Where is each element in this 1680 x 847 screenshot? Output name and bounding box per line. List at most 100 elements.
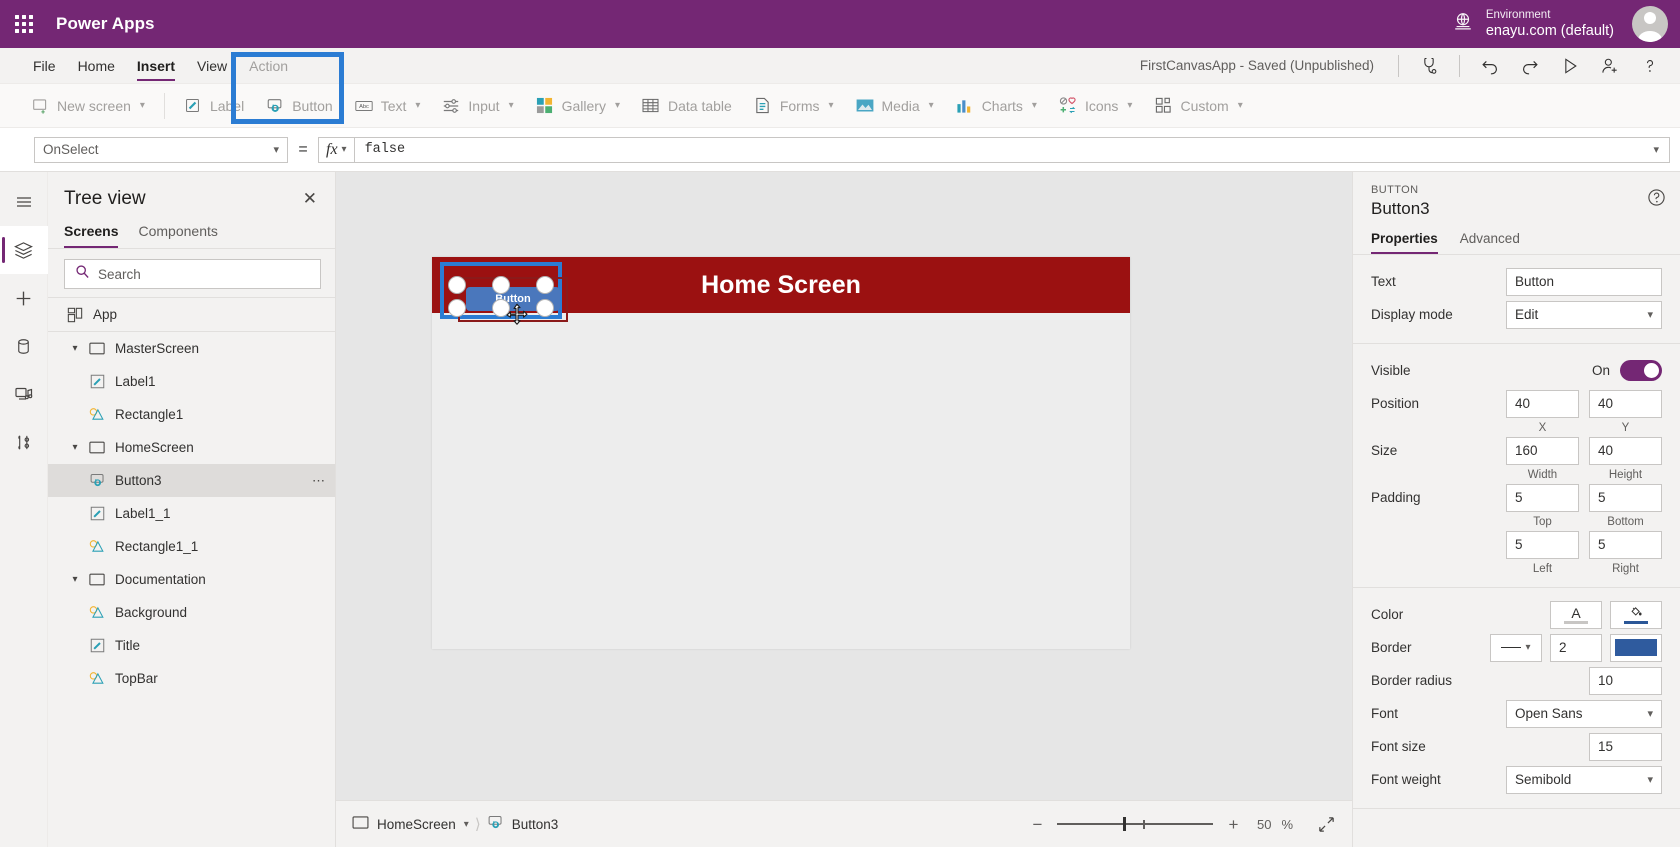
media-icon[interactable] (0, 370, 48, 418)
tab-components[interactable]: Components (138, 219, 217, 248)
tree-node-rectangle1-1[interactable]: Rectangle1_1 (48, 530, 335, 563)
tree-node-label1[interactable]: Label1 (48, 365, 335, 398)
tree-node-masterscreen[interactable]: ▾ MasterScreen (48, 332, 335, 365)
redo-icon[interactable] (1510, 50, 1550, 82)
padding-right-field[interactable]: 5 (1589, 530, 1662, 559)
resize-handle-top-right[interactable] (536, 276, 554, 294)
text-field[interactable]: Button (1506, 267, 1662, 296)
advanced-tools-icon[interactable] (0, 418, 48, 466)
ribbon-label-control[interactable]: Label (173, 88, 255, 124)
tree-node-button3[interactable]: Button3 ⋯ (48, 464, 335, 497)
undo-icon[interactable] (1470, 50, 1510, 82)
text-color-button[interactable]: A (1550, 600, 1602, 629)
app-checker-icon[interactable] (1409, 50, 1449, 82)
padding-left-field[interactable]: 5 (1506, 530, 1579, 559)
menu-item-action[interactable]: Action (238, 48, 299, 83)
font-weight-select[interactable]: Semibold ▾ (1506, 765, 1662, 794)
fx-toggle[interactable]: fx ▾ (318, 136, 354, 163)
zoom-slider[interactable] (1057, 816, 1214, 832)
breadcrumb-screen[interactable]: HomeScreen ▾ (352, 816, 469, 832)
position-y-field[interactable]: 40 (1589, 389, 1662, 418)
chevron-down-icon[interactable]: ▾ (64, 574, 86, 585)
menu-item-home[interactable]: Home (67, 48, 126, 83)
padding-top-field[interactable]: 5 (1506, 483, 1579, 512)
size-width-field[interactable]: 160 (1506, 436, 1579, 465)
breadcrumb-control[interactable]: Button3 (487, 814, 558, 834)
tree-node-homescreen[interactable]: ▾ HomeScreen (48, 431, 335, 464)
avatar[interactable] (1632, 6, 1668, 42)
close-icon[interactable]: ✕ (299, 186, 321, 211)
environment-picker[interactable]: Environment enayu.com (default) (1452, 8, 1614, 41)
ribbon-new-screen[interactable]: New screen ▾ (20, 88, 156, 124)
help-icon[interactable] (1630, 50, 1670, 82)
ribbon-label: Data table (667, 97, 732, 114)
ribbon-button-control[interactable]: Button (255, 88, 343, 124)
insert-icon[interactable] (0, 274, 48, 322)
fill-color-button[interactable] (1610, 600, 1662, 629)
tree-view-icon[interactable] (0, 226, 48, 274)
waffle-icon[interactable] (0, 0, 48, 48)
plus-icon[interactable]: + (1223, 816, 1243, 833)
ribbon-media[interactable]: Media ▾ (845, 88, 945, 124)
ribbon-gallery[interactable]: Gallery ▾ (525, 88, 631, 124)
font-select[interactable]: Open Sans ▾ (1506, 699, 1662, 728)
tab-advanced[interactable]: Advanced (1460, 231, 1520, 254)
ribbon-data-table[interactable]: Data table (631, 88, 743, 124)
formula-input[interactable]: false ▾ (353, 136, 1670, 163)
chevron-down-icon[interactable]: ▾ (64, 442, 86, 453)
font-size-field[interactable]: 15 (1589, 732, 1662, 761)
resize-handle-top-center[interactable] (492, 276, 510, 294)
display-mode-select[interactable]: Edit ▾ (1506, 300, 1662, 329)
ribbon-custom[interactable]: Custom ▾ (1143, 88, 1253, 124)
size-height-field[interactable]: 40 (1589, 436, 1662, 465)
tab-properties[interactable]: Properties (1371, 231, 1438, 254)
chevron-down-icon[interactable]: ▾ (1653, 143, 1659, 156)
menu-item-file[interactable]: File (22, 48, 67, 83)
border-style-select[interactable]: ▾ (1490, 633, 1542, 662)
tree-node-documentation[interactable]: ▾ Documentation (48, 563, 335, 596)
chevron-down-icon[interactable]: ▾ (64, 343, 86, 354)
border-radius-field[interactable]: 10 (1589, 666, 1662, 695)
ribbon-icons[interactable]: Icons ▾ (1048, 88, 1144, 124)
zoom-slider-tick (1143, 819, 1146, 829)
chevron-down-icon: ▾ (273, 144, 279, 156)
zoom-slider-thumb[interactable] (1122, 817, 1126, 831)
padding-bottom-field[interactable]: 5 (1589, 483, 1662, 512)
tree-node-title[interactable]: Title (48, 629, 335, 662)
tree-node-app[interactable]: App (48, 298, 335, 331)
resize-handle-top-left[interactable] (448, 276, 466, 294)
resize-handle-bottom-right[interactable] (536, 299, 554, 317)
tree-node-label1-1[interactable]: Label1_1 (48, 497, 335, 530)
tree-node-rectangle1[interactable]: Rectangle1 (48, 398, 335, 431)
app-screen-preview[interactable]: Home Screen Button (432, 257, 1130, 649)
help-circle-icon[interactable] (1647, 188, 1666, 212)
canvas-surface[interactable]: Home Screen Button (336, 172, 1352, 800)
ellipsis-icon[interactable]: ⋯ (312, 473, 327, 489)
visible-toggle[interactable] (1620, 360, 1662, 381)
data-icon[interactable] (0, 322, 48, 370)
preview-icon[interactable] (1550, 50, 1590, 82)
position-x-field[interactable]: 40 (1506, 389, 1579, 418)
hamburger-icon[interactable] (0, 178, 48, 226)
tab-screens[interactable]: Screens (64, 219, 119, 248)
tree-node-label: Label1 (115, 374, 156, 389)
chevron-down-icon[interactable]: ▾ (464, 819, 469, 830)
tree-node-topbar[interactable]: TopBar (48, 662, 335, 695)
search-input[interactable]: Search (64, 259, 321, 289)
share-icon[interactable] (1590, 50, 1630, 82)
property-selector[interactable]: OnSelect ▾ (34, 136, 288, 163)
ribbon-input[interactable]: Input ▾ (431, 88, 524, 124)
border-color-button[interactable] (1610, 633, 1662, 662)
menu-item-view[interactable]: View (186, 48, 238, 83)
minus-icon[interactable]: − (1027, 816, 1047, 833)
ribbon-forms[interactable]: Forms ▾ (743, 88, 845, 124)
tree-node-background[interactable]: Background (48, 596, 335, 629)
fit-to-screen-icon[interactable] (1317, 815, 1336, 834)
resize-handle-bottom-left[interactable] (448, 299, 466, 317)
menu-item-insert[interactable]: Insert (126, 48, 186, 83)
border-radius-value: 10 (1598, 673, 1614, 688)
border-width-field[interactable]: 2 (1550, 633, 1602, 662)
tree-node-label: Background (115, 605, 188, 620)
ribbon-text[interactable]: Abc Text ▾ (344, 88, 432, 124)
ribbon-charts[interactable]: Charts ▾ (945, 88, 1048, 124)
